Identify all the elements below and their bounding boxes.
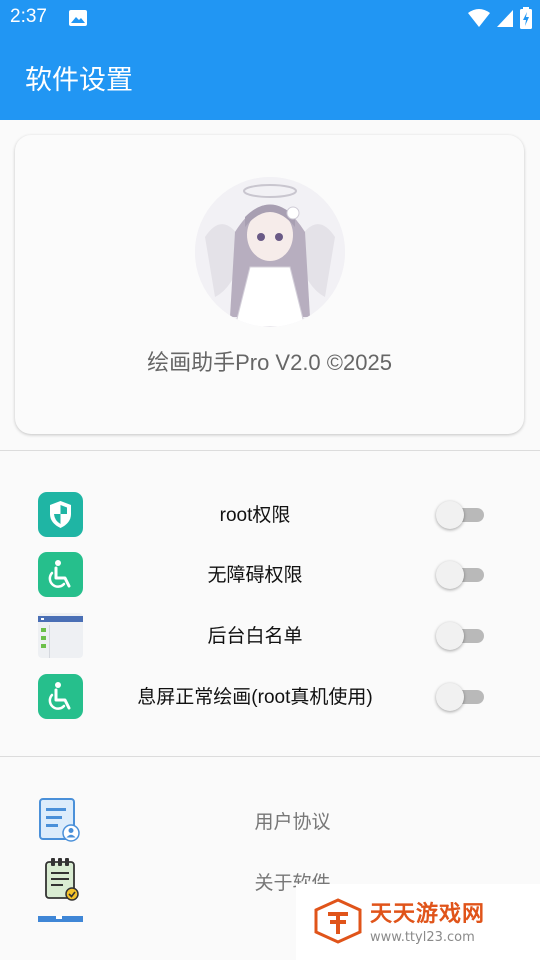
watermark: 天天游戏网 www.ttyl23.com [296, 884, 540, 960]
toggle-thumb [436, 561, 464, 589]
root-toggle[interactable] [436, 501, 488, 529]
wifi-icon [468, 9, 490, 27]
background-whitelist-toggle[interactable] [436, 622, 488, 650]
setting-label-screen-off-drawing: 息屏正常绘画(root真机使用) [137, 687, 373, 708]
divider [0, 756, 540, 757]
setting-row-accessibility: 无障碍权限 [0, 548, 540, 600]
accessibility-icon [38, 674, 83, 719]
app-list-icon [38, 613, 83, 658]
page-title: 软件设置 [25, 65, 133, 96]
watermark-title: 天天游戏网 [370, 902, 486, 927]
app-version-text: 绘画助手Pro V2.0 ©2025 [147, 350, 392, 375]
watermark-logo [314, 898, 362, 944]
menu-item-user-agreement[interactable]: 用户协议 [0, 789, 540, 849]
watermark-url: www.ttyl23.com [370, 930, 475, 945]
about-clipboard-icon [38, 856, 83, 904]
avatar [195, 177, 345, 327]
toggle-thumb [436, 683, 464, 711]
cell-signal-icon [497, 10, 513, 27]
divider [0, 450, 540, 451]
accessibility-icon [38, 552, 83, 597]
status-bar: 2:37 [0, 0, 540, 36]
gallery-notification-icon [69, 10, 87, 26]
accessibility-toggle[interactable] [436, 561, 488, 589]
setting-label-root: root权限 [219, 505, 291, 526]
setting-row-root: root权限 [0, 488, 540, 540]
menu-label-user-agreement: 用户协议 [254, 811, 331, 833]
setting-row-background-whitelist: 后台白名单 [0, 609, 540, 661]
toggle-thumb [436, 501, 464, 529]
user-agreement-icon [38, 795, 83, 843]
shield-icon [38, 492, 83, 537]
screen-off-drawing-toggle[interactable] [436, 683, 488, 711]
setting-label-background-whitelist: 后台白名单 [207, 626, 303, 647]
setting-label-accessibility: 无障碍权限 [207, 565, 303, 586]
menu-item-partial-icon [38, 916, 83, 922]
profile-card: 绘画助手Pro V2.0 ©2025 [15, 135, 524, 434]
battery-icon [520, 7, 532, 29]
toggle-thumb [436, 622, 464, 650]
setting-row-screen-off-drawing: 息屏正常绘画(root真机使用) [0, 670, 540, 722]
status-time: 2:37 [10, 6, 47, 27]
app-bar: 软件设置 [0, 36, 540, 120]
